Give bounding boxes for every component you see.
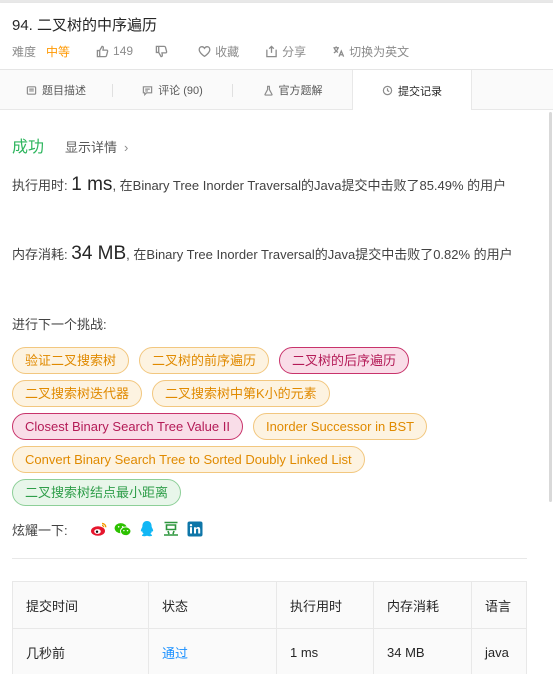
challenge-row: 二叉搜索树迭代器 二叉搜索树中第K小的元素: [12, 380, 532, 407]
submission-status-link[interactable]: 通过: [162, 643, 188, 662]
difficulty-label: 难度: [12, 44, 37, 59]
switch-language-button[interactable]: 切换为英文: [332, 43, 409, 60]
submission-history-table: 提交时间 状态 执行用时 内存消耗 语言 几秒前 通过 1 ms 34 MB j…: [12, 581, 527, 674]
like-count: 149: [113, 44, 134, 58]
submission-runtime: 1 ms: [277, 629, 374, 674]
challenge-chip[interactable]: 二叉搜索树迭代器: [12, 380, 143, 407]
tab-solution[interactable]: 官方题解: [233, 70, 352, 110]
column-header: 提交时间: [13, 582, 149, 628]
douban-icon[interactable]: [162, 520, 180, 538]
table-row: 几秒前 通过 1 ms 34 MB java: [13, 629, 526, 674]
problem-title: 94. 二叉树的中序遍历: [12, 17, 158, 34]
challenge-chip[interactable]: Inorder Successor in BST: [252, 413, 428, 440]
submission-status-cell: 通过: [149, 629, 277, 674]
memory-stat: 内存消耗: 34 MB, 在Binary Tree Inorder Traver…: [12, 243, 527, 265]
translate-icon: [333, 45, 345, 57]
challenge-row: 二叉搜索树结点最小距离: [12, 479, 532, 506]
runtime-value: 1 ms: [71, 174, 113, 195]
memory-label: 内存消耗:: [12, 247, 68, 262]
column-header: 内存消耗: [374, 582, 472, 628]
tab-bar: 题目描述 评论 (90) 官方题解 提交记录: [0, 70, 553, 111]
favorite-button[interactable]: 收藏: [198, 43, 239, 60]
tab-submissions[interactable]: 提交记录: [352, 70, 472, 111]
challenge-row: Convert Binary Search Tree to Sorted Dou…: [12, 446, 532, 473]
challenge-chip[interactable]: 二叉搜索树中第K小的元素: [152, 380, 330, 407]
memory-description: , 在Binary Tree Inorder Traversal的Java提交中…: [126, 247, 513, 262]
tab-label: 评论 (90): [158, 85, 203, 97]
weibo-icon[interactable]: [90, 520, 108, 538]
show-details-link[interactable]: 显示详情 ›: [65, 137, 128, 156]
memory-value: 34 MB: [71, 243, 127, 264]
comment-icon: [142, 85, 153, 96]
like-button[interactable]: 149: [96, 44, 133, 58]
qq-icon[interactable]: [138, 520, 156, 538]
tab-label: 题目描述: [42, 85, 86, 97]
column-header: 语言: [485, 598, 512, 614]
clock-icon: [382, 85, 393, 96]
share-label: 分享: [282, 44, 307, 59]
column-header: 状态: [149, 582, 277, 628]
share-row-label: 炫耀一下:: [12, 522, 68, 538]
challenge-chip[interactable]: 二叉搜索树结点最小距离: [12, 479, 182, 506]
result-status: 成功: [12, 139, 45, 156]
thumbs-down-icon: [155, 45, 168, 57]
linkedin-icon[interactable]: [186, 520, 204, 538]
challenge-row: 验证二叉搜索树 二叉树的前序遍历 二叉树的后序遍历: [12, 347, 532, 374]
switch-language-label: 切换为英文: [349, 44, 410, 59]
runtime-label: 执行用时:: [12, 178, 68, 193]
share-icon: [266, 44, 277, 57]
submission-time: 几秒前: [13, 629, 149, 674]
challenge-chip[interactable]: 二叉树的前序遍历: [139, 347, 270, 374]
table-header: 提交时间 状态 执行用时 内存消耗 语言: [13, 582, 526, 629]
submission-language: java: [485, 645, 509, 660]
challenge-chip[interactable]: Closest Binary Search Tree Value II: [12, 413, 243, 440]
submission-result-panel: 成功 显示详情 › 执行用时: 1 ms, 在Binary Tree Inorde…: [0, 110, 553, 674]
favorite-label: 收藏: [215, 44, 240, 59]
document-icon: [26, 85, 37, 95]
result-summary: 成功 显示详情 ›: [12, 133, 128, 157]
tab-label: 官方题解: [278, 85, 323, 97]
next-challenge-list: 验证二叉搜索树 二叉树的前序遍历 二叉树的后序遍历 二叉搜索树迭代器 二叉搜索树…: [12, 347, 532, 512]
flask-icon: [263, 85, 273, 96]
next-challenge-title: 进行下一个挑战:: [12, 317, 107, 332]
challenge-chip[interactable]: Convert Binary Search Tree to Sorted Dou…: [12, 446, 365, 473]
runtime-stat: 执行用时: 1 ms, 在Binary Tree Inorder Travers…: [12, 174, 527, 196]
tab-label: 提交记录: [398, 85, 442, 98]
thumbs-up-icon: [96, 45, 109, 57]
challenge-row: Closest Binary Search Tree Value II Inor…: [12, 413, 532, 440]
problem-header: 94. 二叉树的中序遍历 难度 中等 149 收藏 分享 切换为英文: [0, 3, 553, 70]
problem-meta: 难度 中等 149 收藏 分享 切换为英文: [12, 43, 409, 59]
difficulty-badge: 中等: [46, 44, 71, 59]
dislike-button[interactable]: [155, 45, 172, 58]
chevron-right-icon: ›: [124, 140, 129, 155]
tab-comments[interactable]: 评论 (90): [113, 70, 232, 110]
divider: [12, 558, 527, 559]
heart-icon: [198, 45, 211, 57]
share-button[interactable]: 分享: [265, 43, 306, 60]
share-row: 炫耀一下:: [12, 518, 210, 540]
scrollbar[interactable]: [549, 112, 552, 502]
runtime-description: , 在Binary Tree Inorder Traversal的Java提交中…: [112, 178, 507, 193]
show-details-label: 显示详情: [65, 140, 118, 155]
challenge-chip[interactable]: 验证二叉搜索树: [12, 347, 130, 374]
submission-memory: 34 MB: [374, 629, 472, 674]
wechat-icon[interactable]: [114, 520, 132, 538]
challenge-chip[interactable]: 二叉树的后序遍历: [279, 347, 410, 374]
tab-description[interactable]: 题目描述: [0, 70, 112, 110]
column-header: 执行用时: [277, 582, 374, 628]
